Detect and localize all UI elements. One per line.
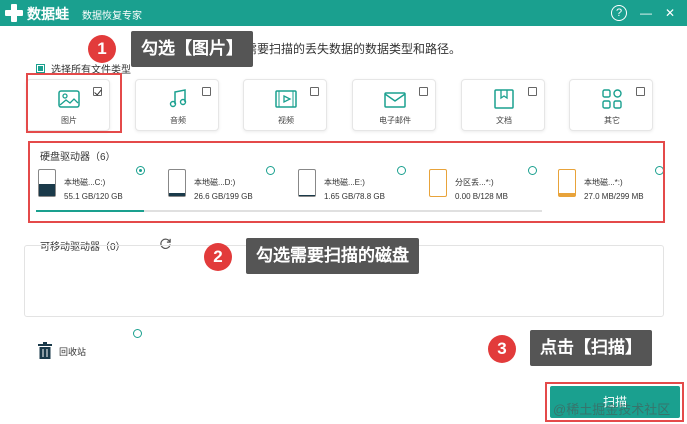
- help-icon[interactable]: ?: [611, 5, 627, 21]
- step-badge-3: 3: [488, 335, 516, 363]
- close-icon[interactable]: ✕: [662, 5, 678, 21]
- drive-e-radio[interactable]: [397, 166, 406, 175]
- drive-size: 27.0 MB/299 MB: [584, 192, 644, 201]
- drive-size: 0.00 B/128 MB: [455, 192, 508, 201]
- type-card-audio[interactable]: 音频: [135, 79, 219, 131]
- recycle-bin-label: 回收站: [59, 346, 87, 357]
- drive-lost-partition-radio[interactable]: [528, 166, 537, 175]
- drive-c-radio[interactable]: [136, 166, 145, 175]
- drive-size: 1.65 GB/78.8 GB: [324, 192, 385, 201]
- step-badge-1: 1: [88, 35, 116, 63]
- removable-radio[interactable]: [133, 329, 142, 338]
- type-checkbox-document[interactable]: [528, 87, 537, 96]
- select-all-box[interactable]: [36, 64, 45, 73]
- title-bar: 数据蛙 数据恢复专家 ? — ✕: [0, 0, 687, 26]
- drive-local-other-radio[interactable]: [655, 166, 664, 175]
- type-card-document[interactable]: 文档: [461, 79, 545, 131]
- drive-size: 55.1 GB/120 GB: [64, 192, 123, 201]
- hard-drives-title: 硬盘驱动器（6）: [40, 152, 116, 163]
- type-label: 文档: [496, 116, 512, 125]
- drive-d-radio[interactable]: [266, 166, 275, 175]
- drive-name: 本地磁...*:): [584, 178, 623, 187]
- type-card-email[interactable]: 电子邮件: [352, 79, 436, 131]
- drive-c-icon: [38, 169, 56, 197]
- app-name: 数据蛙: [27, 6, 69, 22]
- drive-local-other-icon: [558, 169, 576, 197]
- type-label: 视频: [278, 116, 294, 125]
- minimize-icon[interactable]: —: [638, 5, 654, 21]
- drive-name: 本地磁...D:): [194, 178, 236, 187]
- callout-2: 勾选需要扫描的磁盘: [246, 238, 419, 274]
- document-icon: [494, 89, 514, 109]
- type-checkbox-image[interactable]: [93, 87, 102, 96]
- callout-3: 点击【扫描】: [530, 330, 652, 366]
- type-label: 图片: [61, 116, 77, 125]
- other-icon: [602, 89, 622, 109]
- type-label: 电子邮件: [379, 116, 411, 125]
- type-checkbox-other[interactable]: [636, 87, 645, 96]
- select-all-checkbox[interactable]: 选择所有文件类型: [36, 61, 131, 76]
- app-subtitle: 数据恢复专家: [82, 11, 142, 22]
- type-card-other[interactable]: 其它: [569, 79, 653, 131]
- drive-name: 本地磁...C:): [64, 178, 106, 187]
- hint-text: 需要扫描的丢失数据的数据类型和路径。: [245, 42, 462, 56]
- drive-name: 分区丢...*:): [455, 178, 494, 187]
- drive-size: 26.6 GB/199 GB: [194, 192, 253, 201]
- scan-button[interactable]: 扫描: [550, 386, 680, 418]
- drive-selected-indicator: [36, 210, 144, 212]
- type-checkbox-video[interactable]: [310, 87, 319, 96]
- type-card-image[interactable]: 图片: [26, 79, 110, 131]
- drive-scroll-track[interactable]: [36, 210, 542, 212]
- type-checkbox-email[interactable]: [419, 87, 428, 96]
- recycle-bin[interactable]: 回收站: [37, 342, 86, 360]
- drive-lost-partition-icon: [429, 169, 447, 197]
- type-card-video[interactable]: 视频: [243, 79, 327, 131]
- step-badge-2: 2: [204, 243, 232, 271]
- video-icon: [275, 90, 297, 108]
- type-label: 音频: [170, 116, 186, 125]
- drive-e-icon: [298, 169, 316, 197]
- type-label: 其它: [604, 116, 620, 125]
- drive-name: 本地磁...E:): [324, 178, 365, 187]
- type-checkbox-audio[interactable]: [202, 87, 211, 96]
- drive-d-icon: [168, 169, 186, 197]
- app-logo-icon: [5, 4, 23, 22]
- callout-1: 勾选【图片】: [131, 31, 253, 67]
- image-icon: [58, 90, 80, 108]
- mail-icon: [384, 92, 406, 108]
- trash-icon: [38, 342, 52, 359]
- music-icon: [169, 89, 187, 108]
- select-all-label: 选择所有文件类型: [51, 65, 131, 76]
